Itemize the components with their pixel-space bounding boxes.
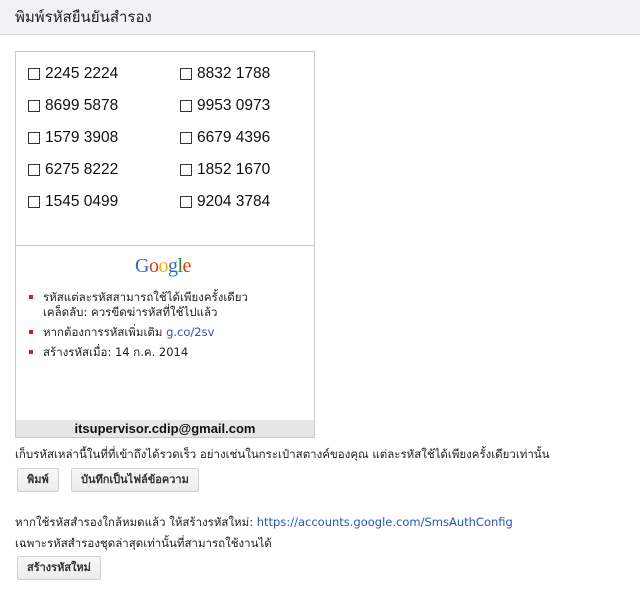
account-email: itsupervisor.cdip@gmail.com xyxy=(16,420,314,437)
backup-code-item: 8832 1788 xyxy=(180,65,270,83)
backup-code: 1579 3908 xyxy=(45,129,119,146)
checkbox-icon xyxy=(28,100,40,112)
latest-codes-note: เฉพาะรหัสสำรองชุดล่าสุดเท่านั้นที่สามารถ… xyxy=(15,536,272,550)
checkbox-icon xyxy=(180,196,192,208)
backup-code-item: 1579 3908 xyxy=(28,129,118,147)
bullet-icon xyxy=(29,330,33,334)
backup-code-item: 1852 1670 xyxy=(180,161,270,179)
info-bullet: หากต้องการรหัสเพิ่มเติม g.co/2sv xyxy=(27,325,307,340)
bullet-text: สร้างรหัสเมื่อ: 14 ก.ค. 2014 xyxy=(43,345,189,359)
checkbox-icon xyxy=(28,196,40,208)
backup-code: 9953 0973 xyxy=(197,97,271,114)
card-info-section: Google รหัสแต่ละรหัสสามารถใช้ได้เพียงครั… xyxy=(16,246,314,420)
backup-code: 8699 5878 xyxy=(45,97,119,114)
backup-code-item: 2245 2224 xyxy=(28,65,118,83)
generate-new-codes-button[interactable]: สร้างรหัสใหม่ xyxy=(17,556,101,580)
bullet-text: รหัสแต่ละรหัสสามารถใช้ได้เพียงครั้งเดียว xyxy=(43,290,248,304)
page-title: พิมพ์รหัสยืนยันสำรอง xyxy=(15,8,152,26)
backup-code: 6275 8222 xyxy=(45,161,119,178)
save-as-text-button[interactable]: บันทึกเป็นไฟล์ข้อความ xyxy=(71,468,199,492)
storage-notice: เก็บรหัสเหล่านี้ในที่ที่เข้าถึงได้รวดเร็… xyxy=(15,447,550,461)
backup-code-item: 1545 0499 xyxy=(28,193,118,211)
backup-code: 9204 3784 xyxy=(197,193,271,210)
checkbox-icon xyxy=(180,132,192,144)
bullet-icon xyxy=(29,295,33,299)
backup-codes-list: 2245 2224 8832 1788 8699 5878 9953 0973 … xyxy=(16,52,314,245)
info-bullet-list: รหัสแต่ละรหัสสามารถใช้ได้เพียงครั้งเดียว… xyxy=(27,290,307,360)
backup-code-item: 8699 5878 xyxy=(28,97,118,115)
backup-code-item: 6275 8222 xyxy=(28,161,118,179)
google-logo: Google xyxy=(135,255,191,277)
backup-code-item: 9204 3784 xyxy=(180,193,270,211)
backup-code: 1852 1670 xyxy=(197,161,271,178)
backup-code: 6679 4396 xyxy=(197,129,271,146)
backup-code: 8832 1788 xyxy=(197,65,271,82)
info-bullet: สร้างรหัสเมื่อ: 14 ก.ค. 2014 xyxy=(27,345,307,360)
backup-code: 2245 2224 xyxy=(45,65,119,82)
checkbox-icon xyxy=(28,164,40,176)
checkbox-icon xyxy=(180,68,192,80)
backup-code-card: 2245 2224 8832 1788 8699 5878 9953 0973 … xyxy=(15,51,315,438)
checkbox-icon xyxy=(180,164,192,176)
bullet-icon xyxy=(29,350,33,354)
checkbox-icon xyxy=(180,100,192,112)
regenerate-notice: หากใช้รหัสสำรองใกล้หมดแล้ว ให้สร้างรหัสใ… xyxy=(15,514,513,532)
info-bullet: รหัสแต่ละรหัสสามารถใช้ได้เพียงครั้งเดียว… xyxy=(27,290,307,320)
checkbox-icon xyxy=(28,132,40,144)
sms-auth-config-link[interactable]: https://accounts.google.com/SmsAuthConfi… xyxy=(257,515,513,529)
bullet-text: หากต้องการรหัสเพิ่มเติม xyxy=(43,325,163,339)
regenerate-text: หากใช้รหัสสำรองใกล้หมดแล้ว ให้สร้างรหัสใ… xyxy=(15,515,254,529)
backup-code-item: 9953 0973 xyxy=(180,97,270,115)
backup-code-item: 6679 4396 xyxy=(180,129,270,147)
checkbox-icon xyxy=(28,68,40,80)
bullet-text: เคล็ดลับ: ควรขีดฆ่ารหัสที่ใช้ไปแล้ว xyxy=(43,305,218,319)
more-codes-link[interactable]: g.co/2sv xyxy=(166,325,214,339)
print-button[interactable]: พิมพ์ xyxy=(17,468,59,492)
page-header: พิมพ์รหัสยืนยันสำรอง xyxy=(0,0,640,35)
backup-code: 1545 0499 xyxy=(45,193,119,210)
